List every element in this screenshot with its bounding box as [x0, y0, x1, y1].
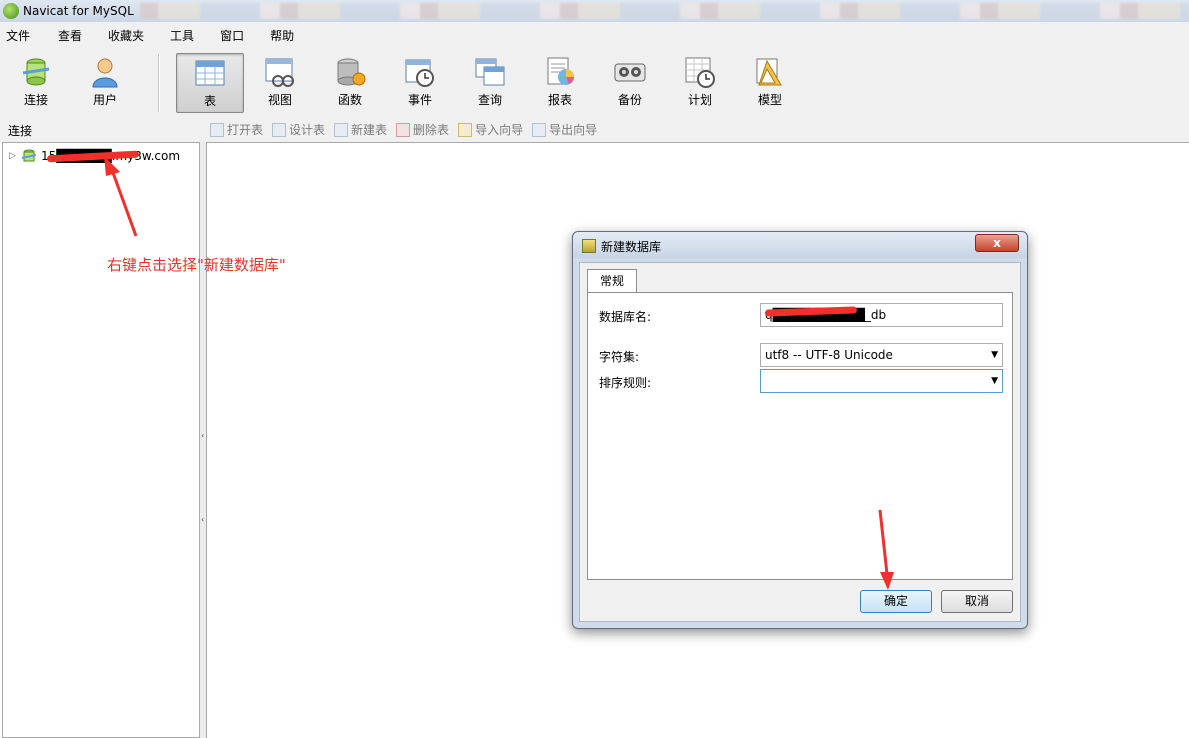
open-table-button[interactable]: 打开表: [210, 121, 263, 138]
toolbar-table-button[interactable]: 表: [176, 53, 244, 113]
menu-favorites[interactable]: 收藏夹: [102, 27, 150, 44]
menu-file[interactable]: 文件: [0, 27, 36, 44]
toolbar-query-button[interactable]: 查询: [456, 53, 524, 113]
event-icon: [405, 59, 434, 87]
dialog-close-button[interactable]: x: [975, 234, 1019, 252]
database-icon: [582, 239, 596, 253]
import-wizard-icon: [458, 122, 473, 137]
toolbar-view-button[interactable]: 视图: [246, 53, 314, 113]
annotation-arrow-icon: [104, 156, 138, 237]
view-icon: [265, 58, 294, 87]
toolbar-schedule-button[interactable]: 计划: [666, 53, 734, 113]
toolbar-model-label: 模型: [757, 93, 782, 107]
new-table-button[interactable]: 新建表: [334, 121, 387, 138]
db-name-label: 数据库名:: [599, 310, 652, 324]
toolbar-table-label: 表: [203, 94, 216, 108]
table-icon: [195, 60, 225, 86]
toolbar-backup-button[interactable]: 备份: [596, 53, 664, 113]
export-wizard-icon: [532, 122, 547, 137]
dropdown-arrow-icon: ▼: [991, 350, 998, 360]
background-tabs-blurred: [140, 3, 1189, 19]
design-table-icon: [272, 122, 287, 137]
window-title: Navicat for MySQL: [23, 4, 134, 18]
design-table-label: 设计表: [289, 123, 326, 137]
dialog-body: 常规 数据库名: q██████████_db 字符集: utf8 -- UTF…: [579, 262, 1021, 622]
toolbar-user-button[interactable]: 用户: [71, 53, 139, 113]
delete-table-icon: [396, 122, 411, 137]
window-titlebar: Navicat for MySQL: [0, 0, 1189, 22]
cancel-button[interactable]: 取消: [941, 590, 1013, 613]
annotation-arrow-icon: [878, 509, 894, 590]
import-wizard-label: 导入向导: [475, 123, 524, 137]
menu-view[interactable]: 查看: [52, 27, 88, 44]
menu-bar: 文件 查看 收藏夹 工具 窗口 帮助: [0, 22, 1189, 48]
toolbar-backup-label: 备份: [617, 93, 642, 107]
toolbar-function-button[interactable]: 函数: [316, 53, 384, 113]
import-wizard-button[interactable]: 导入向导: [458, 121, 523, 138]
splitter-grip-icon: ‹: [201, 515, 205, 524]
toolbar-model-button[interactable]: 模型: [736, 53, 804, 113]
model-icon: [756, 58, 782, 86]
tree-expand-icon[interactable]: ▷: [9, 151, 19, 161]
toolbar-event-label: 事件: [407, 93, 432, 107]
toolbar-connection-button[interactable]: 连接: [2, 53, 70, 113]
toolbar-user-label: 用户: [92, 93, 117, 107]
connection-pane-header: 连接: [8, 124, 33, 138]
new-table-label: 新建表: [351, 123, 388, 137]
design-table-button[interactable]: 设计表: [272, 121, 325, 138]
menu-tools[interactable]: 工具: [164, 27, 200, 44]
toolbar-connection-label: 连接: [23, 93, 48, 107]
toolbar-view-label: 视图: [267, 93, 292, 107]
report-icon: [547, 57, 574, 85]
main-toolbar: 连接 用户 表 视图 函数 事件 查询 报表 备份 计划 模型: [0, 48, 1189, 118]
toolbar-separator: [158, 54, 160, 112]
charset-label: 字符集:: [599, 350, 640, 364]
object-subtoolbar: 连接 打开表 设计表 新建表 删除表 导入向导 导出向导: [0, 118, 1189, 142]
query-icon: [475, 58, 505, 86]
navicat-logo-icon: [3, 3, 19, 19]
connection-icon: [22, 58, 50, 86]
schedule-icon: [685, 57, 715, 88]
dialog-title: 新建数据库: [601, 240, 662, 254]
delete-table-button[interactable]: 删除表: [396, 121, 449, 138]
toolbar-report-label: 报表: [547, 93, 572, 107]
dialog-titlebar[interactable]: 新建数据库 x: [573, 232, 1027, 258]
annotation-text: 右键点击选择"新建数据库": [107, 256, 286, 274]
user-icon: [92, 58, 118, 88]
toolbar-report-button[interactable]: 报表: [526, 53, 594, 113]
new-table-icon: [334, 122, 349, 137]
open-table-label: 打开表: [227, 123, 264, 137]
splitter-grip-icon: ‹: [201, 431, 205, 440]
ok-button[interactable]: 确定: [860, 590, 932, 613]
new-database-dialog: 新建数据库 x 常规 数据库名: q██████████_db 字符集: utf…: [572, 231, 1028, 629]
open-table-icon: [210, 122, 224, 137]
delete-table-label: 删除表: [413, 123, 450, 137]
tab-general[interactable]: 常规: [587, 269, 637, 293]
charset-value: utf8 -- UTF-8 Unicode: [765, 348, 893, 362]
toolbar-function-label: 函数: [337, 93, 362, 107]
export-wizard-label: 导出向导: [549, 123, 598, 137]
menu-window[interactable]: 窗口: [214, 27, 250, 44]
dropdown-arrow-icon: ▼: [991, 376, 998, 386]
collation-label: 排序规则:: [599, 376, 652, 390]
backup-icon: [614, 63, 646, 82]
function-icon: [337, 58, 366, 86]
mysql-connection-icon: [21, 149, 37, 162]
charset-select[interactable]: utf8 -- UTF-8 Unicode ▼: [760, 343, 1003, 367]
export-wizard-button[interactable]: 导出向导: [532, 121, 597, 138]
general-tab-panel: 数据库名: q██████████_db 字符集: utf8 -- UTF-8 …: [587, 292, 1013, 580]
toolbar-event-button[interactable]: 事件: [386, 53, 454, 113]
toolbar-schedule-label: 计划: [687, 93, 712, 107]
collation-select[interactable]: ▼: [760, 369, 1003, 393]
table-actions: 打开表 设计表 新建表 删除表 导入向导 导出向导: [210, 121, 606, 138]
menu-help[interactable]: 帮助: [264, 27, 300, 44]
toolbar-query-label: 查询: [477, 93, 502, 107]
